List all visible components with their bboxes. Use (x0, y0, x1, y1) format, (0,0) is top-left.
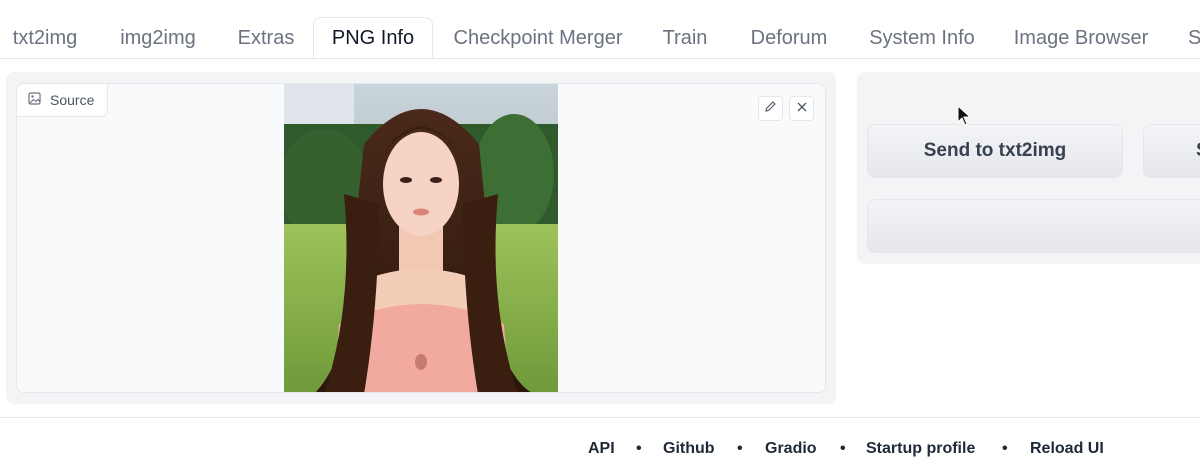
pencil-icon (764, 100, 777, 118)
source-label: Source (17, 84, 108, 117)
send-to-txt2img-button[interactable]: Send to txt2img (867, 124, 1123, 178)
footer-link-gradio[interactable]: Gradio (765, 440, 817, 458)
tab-image-browser[interactable]: Image Browser (1000, 17, 1162, 58)
tab-overflow[interactable]: S (1172, 17, 1200, 58)
footer-separator: • (636, 440, 642, 457)
image-icon (28, 92, 41, 108)
footer-link-github[interactable]: Github (663, 440, 715, 458)
footer-link-api[interactable]: API (588, 440, 615, 458)
footer: API • Github • Gradio • Startup profile … (0, 440, 1200, 464)
mouse-cursor-icon (957, 105, 971, 126)
footer-separator: • (840, 440, 846, 457)
source-label-text: Source (50, 92, 95, 108)
tab-train[interactable]: Train (645, 17, 725, 58)
tab-txt2img[interactable]: txt2img (0, 17, 90, 58)
send-to-img2img-button[interactable]: S (1143, 124, 1200, 178)
footer-separator: • (1002, 440, 1008, 457)
tab-system-info[interactable]: System Info (852, 17, 992, 58)
clear-image-button[interactable] (789, 96, 814, 121)
tab-png-info[interactable]: PNG Info (313, 17, 433, 58)
footer-divider (0, 417, 1200, 418)
close-icon (796, 100, 808, 118)
footer-link-reload-ui[interactable]: Reload UI (1030, 440, 1104, 458)
image-upload-area[interactable]: Source (16, 83, 826, 393)
edit-image-button[interactable] (758, 96, 783, 121)
tab-extras[interactable]: Extras (221, 17, 311, 58)
footer-separator: • (737, 440, 743, 457)
tab-checkpoint-merger[interactable]: Checkpoint Merger (438, 17, 638, 58)
tab-img2img[interactable]: img2img (98, 17, 218, 58)
send-to-inpaint-button[interactable] (867, 199, 1200, 253)
tab-deforum[interactable]: Deforum (732, 17, 846, 58)
uploaded-image (284, 84, 558, 392)
tab-bar: txt2img img2img Extras PNG Info Checkpoi… (0, 0, 1200, 59)
footer-link-startup-profile[interactable]: Startup profile (866, 440, 975, 458)
